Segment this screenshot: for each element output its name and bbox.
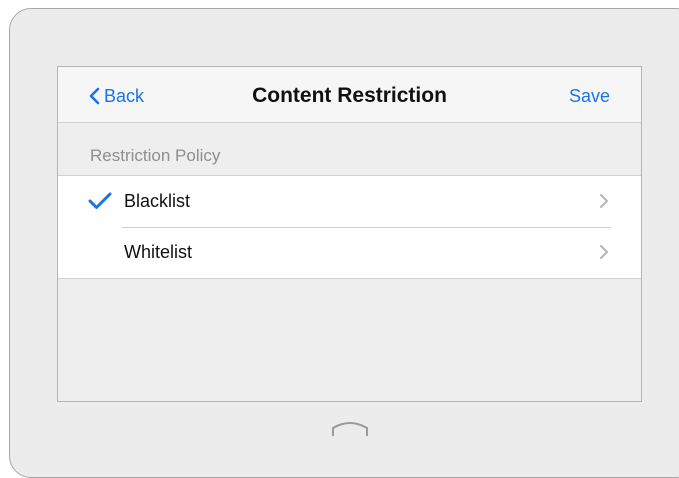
device-screen: Back Content Restriction Save Restrictio… [57,66,642,402]
list-item-blacklist[interactable]: Blacklist [58,176,641,227]
chevron-right-icon [599,193,609,209]
list-item-label: Whitelist [124,242,193,262]
list-item-whitelist[interactable]: Whitelist [58,227,641,278]
section-header-restriction-policy: Restriction Policy [90,146,221,165]
home-button-icon[interactable] [331,420,369,438]
list-item-label: Blacklist [124,191,191,211]
page-title: Content Restriction [252,84,447,107]
chevron-right-icon [599,244,609,260]
navigation-bar: Back Content Restriction Save [58,67,641,123]
save-button[interactable]: Save [569,86,610,107]
checkmark-icon [88,192,112,209]
restriction-policy-list: Blacklist Whitelist [58,175,641,279]
